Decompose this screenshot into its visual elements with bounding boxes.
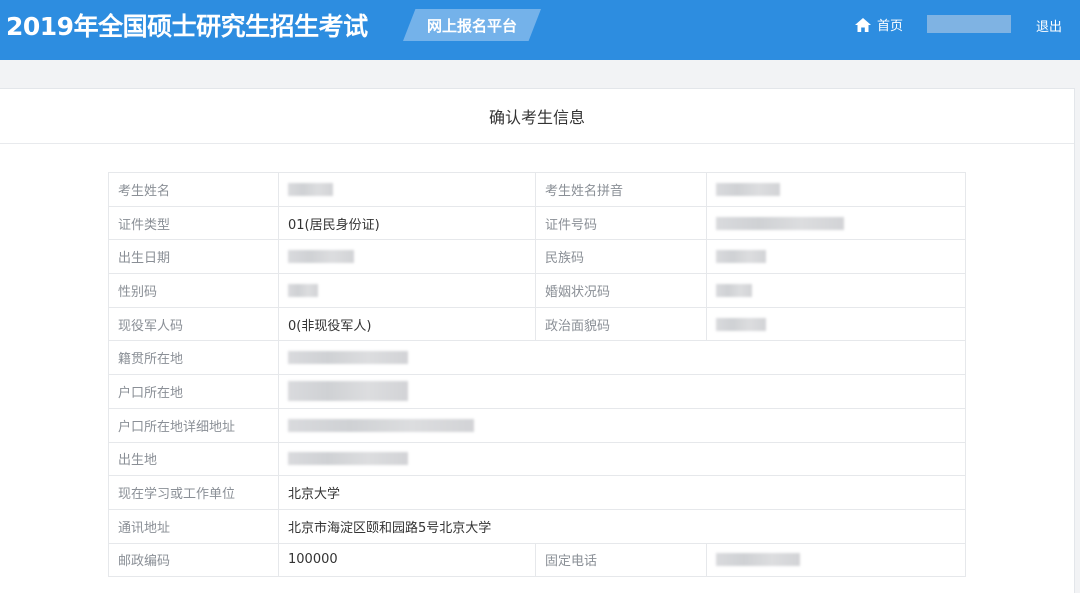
workplace-value: 北京大学 <box>278 475 966 510</box>
field-label: 籍贯所在地 <box>108 340 279 376</box>
field-label: 户口所在地 <box>108 374 279 409</box>
field-label: 通讯地址 <box>108 508 279 544</box>
field-label: 婚姻状况码 <box>535 273 707 308</box>
table-row: 现役军人码 0(非现役军人) 政治面貌码 <box>108 306 966 342</box>
gender-redacted <box>278 273 536 308</box>
ethnicity-redacted <box>706 239 966 275</box>
marital-redacted <box>706 273 966 308</box>
postcode-value: 100000 <box>278 542 536 578</box>
redacted-value <box>288 182 333 196</box>
field-label: 邮政编码 <box>108 542 279 578</box>
table-row: 证件类型 01(居民身份证) 证件号码 <box>108 205 966 241</box>
native-place-redacted <box>278 340 966 376</box>
military-value: 0(非现役军人) <box>278 306 536 342</box>
home-link[interactable]: 首页 <box>855 15 903 34</box>
table-row: 邮政编码 100000 固定电话 <box>108 542 966 578</box>
table-row: 户口所在地 <box>108 374 966 409</box>
username-redacted <box>927 15 1011 33</box>
redacted-value <box>716 216 844 230</box>
home-icon <box>855 17 871 32</box>
redacted-value <box>288 283 318 297</box>
redacted-value <box>288 418 474 432</box>
panel-header: 确认考生信息 <box>0 89 1074 144</box>
id-type-value: 01(居民身份证) <box>278 205 536 241</box>
name-value-redacted <box>278 172 536 207</box>
political-redacted <box>706 306 966 342</box>
birthplace-redacted <box>278 441 966 477</box>
table-row: 户口所在地详细地址 <box>108 407 966 443</box>
redacted-value <box>288 452 408 466</box>
field-label: 证件号码 <box>535 205 707 241</box>
top-nav-bar: 2019年全国硕士研究生招生考试 网上报名平台 首页 退出 <box>0 0 1080 60</box>
birth-date-redacted <box>278 239 536 275</box>
field-label: 考生姓名 <box>108 172 279 207</box>
mail-address-value: 北京市海淀区颐和园路5号北京大学 <box>278 508 966 544</box>
platform-badge-label: 网上报名平台 <box>426 16 517 35</box>
field-label: 现役军人码 <box>108 306 279 342</box>
home-link-label: 首页 <box>877 19 904 34</box>
table-row: 出生地 <box>108 441 966 477</box>
field-label: 户口所在地详细地址 <box>108 407 279 443</box>
id-number-redacted <box>706 205 966 241</box>
redacted-value <box>716 553 800 567</box>
field-label: 证件类型 <box>108 205 279 241</box>
table-row: 籍贯所在地 <box>108 340 966 376</box>
table-row: 考生姓名 考生姓名拼音 <box>108 172 966 207</box>
redacted-value <box>288 250 354 264</box>
redacted-value <box>716 250 766 264</box>
phone-redacted <box>706 542 966 578</box>
field-label: 政治面貌码 <box>535 306 707 342</box>
table-row: 现在学习或工作单位 北京大学 <box>108 475 966 510</box>
pinyin-value-redacted <box>706 172 966 207</box>
app-title: 2019年全国硕士研究生招生考试 <box>6 12 368 41</box>
field-label: 民族码 <box>535 239 707 275</box>
logout-link[interactable]: 退出 <box>1036 16 1062 35</box>
redacted-value <box>716 182 780 196</box>
field-label: 考生姓名拼音 <box>535 172 707 207</box>
table-row: 性别码 婚姻状况码 <box>108 273 966 308</box>
table-row: 出生日期 民族码 <box>108 239 966 275</box>
redacted-value <box>288 351 408 365</box>
hukou-address-redacted <box>278 407 966 443</box>
field-label: 现在学习或工作单位 <box>108 475 279 510</box>
info-panel: 确认考生信息 考生姓名 考生姓名拼音 证件类型 01(居民身份证) 证件号码 出… <box>0 88 1075 593</box>
candidate-info-table: 考生姓名 考生姓名拼音 证件类型 01(居民身份证) 证件号码 出生日期 民族码… <box>108 172 966 578</box>
hukou-redacted <box>278 374 966 409</box>
redacted-value <box>716 283 752 297</box>
platform-badge: 网上报名平台 <box>403 9 541 41</box>
panel-title: 确认考生信息 <box>488 108 585 127</box>
redacted-value <box>288 381 408 402</box>
field-label: 出生日期 <box>108 239 279 275</box>
field-label: 固定电话 <box>535 542 707 578</box>
redacted-value <box>716 317 766 331</box>
field-label: 出生地 <box>108 441 279 477</box>
field-label: 性别码 <box>108 273 279 308</box>
table-row: 通讯地址 北京市海淀区颐和园路5号北京大学 <box>108 508 966 544</box>
